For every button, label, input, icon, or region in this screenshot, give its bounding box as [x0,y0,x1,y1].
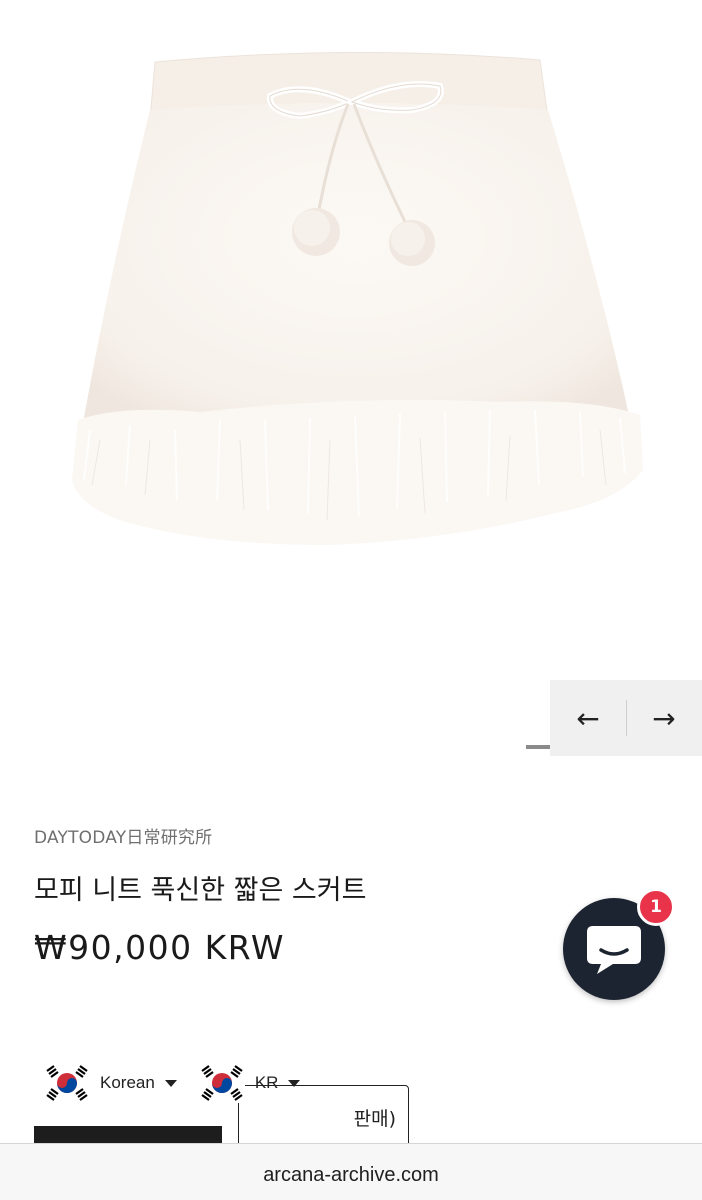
slider-controls: ← → [550,680,702,756]
browser-url-bar[interactable]: arcana-archive.com [0,1143,702,1200]
country-selector[interactable]: KR [198,1063,301,1103]
slider-divider [626,700,627,736]
locale-selectors: Korean KR [44,1063,322,1103]
language-selector[interactable]: Korean [44,1063,177,1103]
secondary-action-label: 판매) [353,1108,396,1130]
prev-arrow-icon[interactable]: ← [550,680,626,756]
chat-bubble-icon [587,926,641,974]
next-arrow-icon[interactable]: → [626,680,702,756]
chevron-down-icon [288,1079,301,1087]
slide-indicator [526,745,550,749]
skirt-illustration [72,51,643,545]
url-text: arcana-archive.com [263,1163,439,1186]
product-price: ₩90,000 KRW [34,928,285,967]
chat-notification-badge: 1 [637,888,675,926]
product-vendor[interactable]: DAYTODAY日常研究所 [34,823,212,848]
korea-flag-icon [44,1063,90,1103]
product-title: 모피 니트 푹신한 짧은 스커트 [34,875,367,906]
korea-flag-icon [198,1063,245,1103]
language-label: Korean [100,1073,155,1092]
chevron-down-icon [164,1079,177,1087]
country-label: KR [254,1073,279,1092]
product-image[interactable] [0,0,702,680]
